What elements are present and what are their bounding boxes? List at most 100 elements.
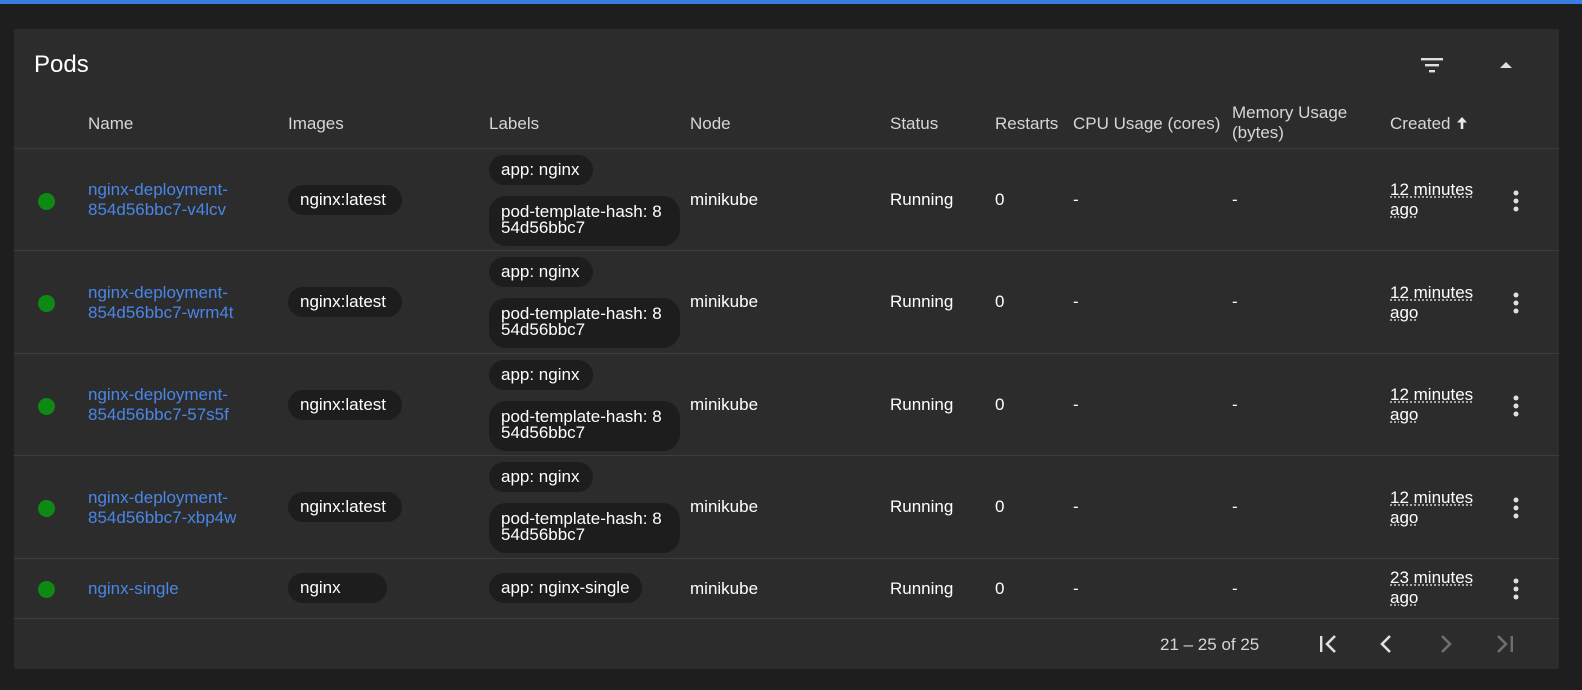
pods-card: Pods Name Images Labels Node Status Rest… [14,29,1559,669]
pod-name-link[interactable]: nginx-deployment- 854d56bbc7-wrm4t [88,283,234,323]
cpu-cell: - [1073,395,1079,414]
status-cell: Running [890,579,954,598]
created-line1: 23 minutes [1390,568,1474,587]
status-cell: Running [890,190,954,209]
status-running-icon [38,398,55,415]
cpu-cell: - [1073,292,1079,311]
filter-icon[interactable] [1418,53,1446,77]
more-vert-icon[interactable] [1508,189,1524,213]
restarts-cell: 0 [995,292,1005,311]
column-header-memory: Memory Usage (bytes) [1232,103,1347,143]
label-chip-app: app: nginx [489,155,593,185]
pod-name-line1: nginx-deployment- [88,283,228,302]
status-cell: Running [890,395,954,414]
restarts-cell: 0 [995,190,1005,209]
pod-name-link[interactable]: nginx-deployment- 854d56bbc7-57s5f [88,385,229,425]
pod-name-line1: nginx-deployment- [88,180,228,199]
pod-name-line2: 854d56bbc7-wrm4t [88,303,234,322]
image-chip: nginx:latest [288,287,402,317]
status-running-icon [38,500,55,517]
label-chip-hash: pod-template-hash: 8 54d56bbc7 [489,401,680,451]
column-header-cpu: CPU Usage (cores) [1073,114,1221,133]
more-vert-icon[interactable] [1508,496,1524,520]
status-running-icon [38,193,55,210]
pod-name-link[interactable]: nginx-deployment- 854d56bbc7-xbp4w [88,488,236,528]
node-cell: minikube [690,579,759,598]
created-line2: ago [1390,200,1419,219]
pod-name-line1: nginx-deployment- [88,385,228,404]
column-header-created-label: Created [1390,114,1451,133]
table-row: nginx-single nginx app: nginx-single min… [14,558,1559,619]
chevron-up-icon[interactable] [1492,53,1520,77]
column-header-created[interactable]: Created [1390,114,1468,135]
footer-divider [14,618,1559,619]
column-header-memory-line2: (bytes) [1232,123,1284,142]
memory-cell: - [1232,292,1238,311]
pod-name-line2: 854d56bbc7-xbp4w [88,508,237,527]
memory-cell: - [1232,190,1238,209]
first-page-icon[interactable] [1314,629,1342,659]
label-chip-hash: pod-template-hash: 8 54d56bbc7 [489,298,680,348]
created-line2: ago [1390,508,1419,527]
column-header-labels: Labels [489,114,540,133]
created-cell: 12 minutes ago [1390,488,1473,528]
table-row: nginx-deployment- 854d56bbc7-v4lcv nginx… [14,148,1559,251]
label-hash-line2: 54d56bbc7 [501,218,586,237]
column-header-restarts[interactable]: Restarts [995,114,1058,134]
label-chip-app: app: nginx-single [489,573,642,603]
restarts-cell: 0 [995,579,1005,598]
image-chip: nginx [288,573,387,603]
created-cell: 12 minutes ago [1390,283,1473,323]
created-line1: 12 minutes [1390,180,1474,199]
table-row: nginx-deployment- 854d56bbc7-wrm4t nginx… [14,250,1559,354]
arrow-up-icon [1456,115,1468,135]
column-header-status[interactable]: Status [890,114,938,134]
card-title: Pods [34,51,89,78]
label-hash-line2: 54d56bbc7 [501,320,586,339]
label-hash-line2: 54d56bbc7 [501,525,586,544]
last-page-icon[interactable] [1491,629,1519,659]
label-chip-app: app: nginx [489,462,593,492]
created-line2: ago [1390,405,1419,424]
label-hash-line2: 54d56bbc7 [501,423,586,442]
column-header-memory-line1: Memory Usage [1232,103,1348,122]
label-chip-app: app: nginx [489,257,593,287]
memory-cell: - [1232,395,1238,414]
node-cell: minikube [690,190,759,209]
column-header-name[interactable]: Name [88,114,133,134]
pod-name-line2: 854d56bbc7-57s5f [88,405,229,424]
node-cell: minikube [690,497,759,516]
memory-cell: - [1232,497,1238,516]
label-chip-app: app: nginx [489,360,593,390]
more-vert-icon[interactable] [1508,577,1524,601]
column-header-node[interactable]: Node [690,114,731,134]
cpu-cell: - [1073,497,1079,516]
restarts-cell: 0 [995,497,1005,516]
table-row: nginx-deployment- 854d56bbc7-xbp4w nginx… [14,455,1559,559]
created-cell: 23 minutes ago [1390,568,1473,608]
label-chip-hash: pod-template-hash: 8 54d56bbc7 [489,196,680,246]
status-cell: Running [890,292,954,311]
more-vert-icon[interactable] [1508,291,1524,315]
created-line1: 12 minutes [1390,283,1474,302]
chevron-right-icon[interactable] [1432,629,1460,659]
pod-name-line1: nginx-deployment- [88,488,228,507]
table-row: nginx-deployment- 854d56bbc7-57s5f nginx… [14,353,1559,456]
image-chip: nginx:latest [288,390,402,420]
created-line1: 12 minutes [1390,488,1474,507]
memory-cell: - [1232,579,1238,598]
status-running-icon [38,295,55,312]
pod-name-link[interactable]: nginx-deployment- 854d56bbc7-v4lcv [88,180,228,220]
more-vert-icon[interactable] [1508,394,1524,418]
label-chip-hash: pod-template-hash: 8 54d56bbc7 [489,503,680,553]
top-accent-bar [0,0,1582,4]
chevron-left-icon[interactable] [1372,629,1400,659]
created-line2: ago [1390,303,1419,322]
cpu-cell: - [1073,579,1079,598]
cpu-cell: - [1073,190,1079,209]
pod-name-link[interactable]: nginx-single [88,579,179,599]
pod-name-line2: 854d56bbc7-v4lcv [88,200,226,219]
pagination-range: 21 – 25 of 25 [1160,635,1260,654]
created-line2: ago [1390,588,1419,607]
status-running-icon [38,581,55,598]
